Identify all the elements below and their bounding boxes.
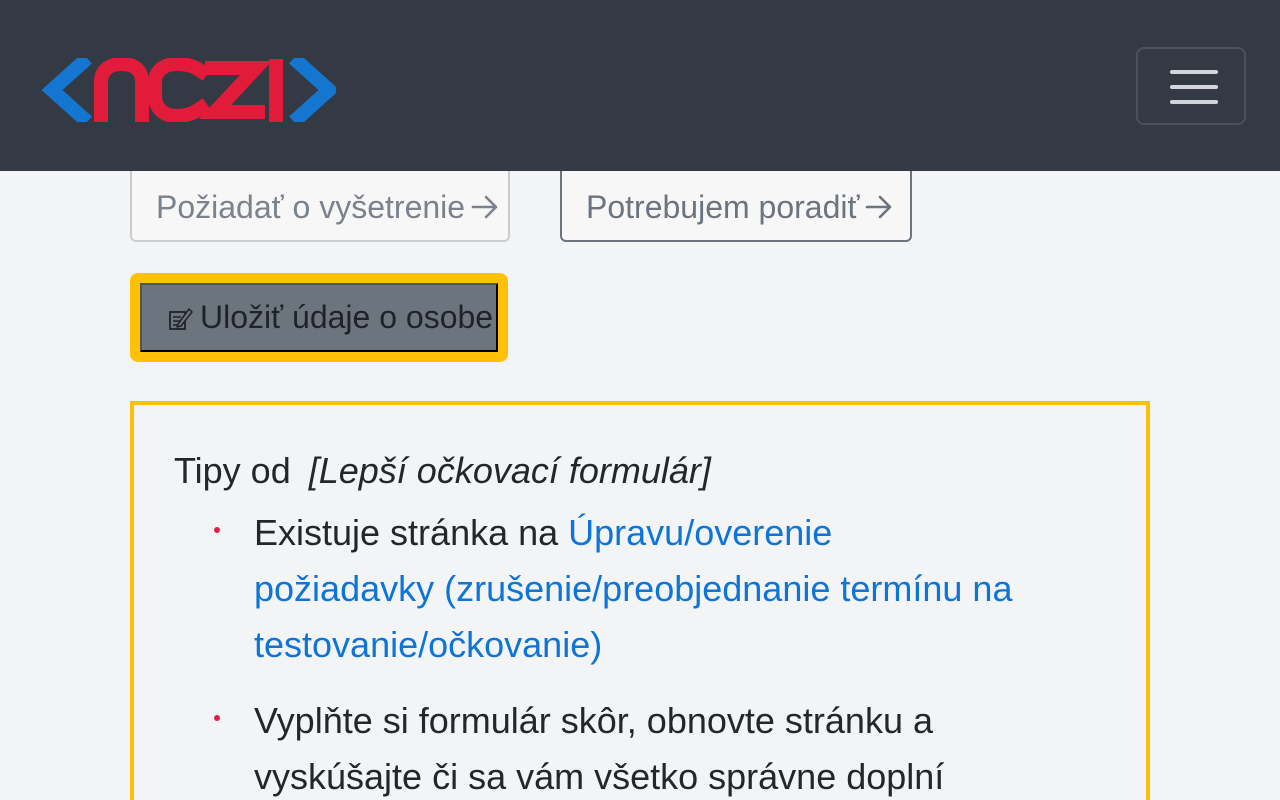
hamburger-line-top xyxy=(1170,70,1218,74)
logo-n-shape xyxy=(94,58,149,122)
logo-left-chevron-shape xyxy=(41,58,92,122)
tips-source: [Lepší očkovací formulár] xyxy=(308,450,711,491)
tips-box: Tipy od [Lepší očkovací formulár] Existu… xyxy=(130,401,1150,800)
tips-prefix: Tipy od xyxy=(174,450,291,491)
request-exam-button[interactable]: Požiadať o vyšetrenie xyxy=(130,166,510,242)
tip-text-prefill-form: Vyplňte si formulár skôr, obnovte stránk… xyxy=(254,700,945,797)
tip-item-prefill-form: Vyplňte si formulár skôr, obnovte stránk… xyxy=(214,693,1014,800)
logo-c-shape xyxy=(148,58,211,122)
hamburger-line-middle xyxy=(1170,85,1218,89)
hamburger-line-bottom xyxy=(1170,100,1218,104)
logo-right-chevron-shape xyxy=(289,58,336,122)
save-button-highlight: Uložiť údaje o osobe xyxy=(130,273,508,362)
menu-toggle-button[interactable] xyxy=(1136,47,1246,125)
save-person-label: Uložiť údaje o osobe xyxy=(200,299,494,335)
nczi-logo xyxy=(41,58,336,122)
logo-z-shape xyxy=(198,61,273,119)
bullet-icon xyxy=(214,715,220,721)
arrow-right-icon xyxy=(863,191,895,223)
tip-text-edit-request: Existuje stránka na xyxy=(254,512,569,553)
need-advice-label: Potrebujem poradiť xyxy=(586,188,860,225)
need-advice-button[interactable]: Potrebujem poradiť xyxy=(560,166,912,242)
tips-heading: Tipy od [Lepší očkovací formulár] xyxy=(174,450,711,492)
edit-document-icon xyxy=(166,304,194,332)
arrow-right-icon xyxy=(469,191,501,223)
bullet-icon xyxy=(214,527,220,533)
top-navbar xyxy=(0,0,1280,171)
request-exam-label: Požiadať o vyšetrenie xyxy=(156,188,466,225)
page: Požiadať o vyšetrenie Potrebujem poradiť xyxy=(0,0,1280,800)
tip-item-edit-request: Existuje stránka na Úpravu/overenie poži… xyxy=(214,505,1014,673)
save-person-button[interactable]: Uložiť údaje o osobe xyxy=(140,283,498,352)
tips-list: Existuje stránka na Úpravu/overenie poži… xyxy=(214,505,1014,800)
